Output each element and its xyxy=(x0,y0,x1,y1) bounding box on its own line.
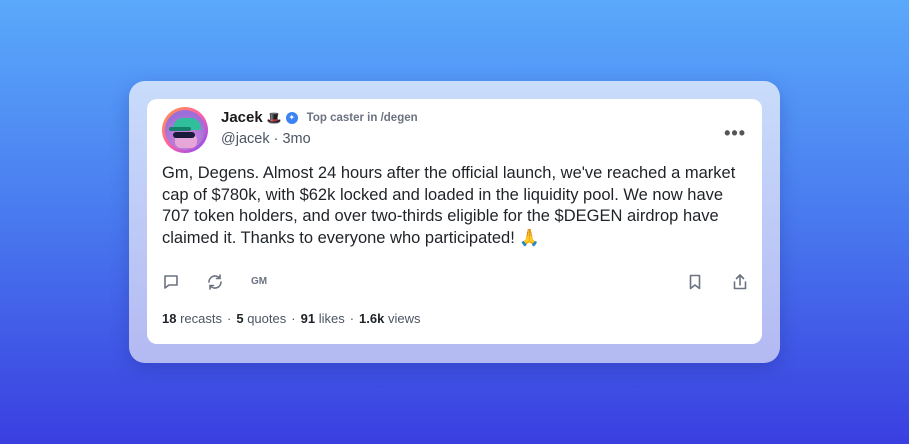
post-time[interactable]: 3mo xyxy=(282,131,310,147)
top-caster-label: Top caster in /degen xyxy=(306,111,418,124)
bookmark-icon[interactable] xyxy=(686,273,704,296)
share-icon[interactable] xyxy=(731,273,749,296)
cast-card: Jacek 🎩 ✦ Top caster in /degen @jacek · … xyxy=(147,99,762,344)
recasts-stat[interactable]: 18 recasts xyxy=(162,311,222,326)
more-options-icon[interactable]: ••• xyxy=(724,123,746,144)
top-hat-emoji: 🎩 xyxy=(266,110,282,125)
author-handle-row: @jacek · 3mo xyxy=(221,131,311,147)
views-stat: 1.6k views xyxy=(359,311,421,326)
verified-icon: ✦ xyxy=(285,111,298,124)
author-row: Jacek 🎩 ✦ Top caster in /degen xyxy=(221,109,418,126)
author-handle[interactable]: @jacek xyxy=(221,131,270,147)
separator-dot: · xyxy=(273,131,279,147)
likes-stat[interactable]: 91 likes xyxy=(301,311,345,326)
quotes-stat[interactable]: 5 quotes xyxy=(236,311,286,326)
reply-icon[interactable] xyxy=(162,273,180,296)
stats-row: 18 recasts · 5 quotes · 91 likes · 1.6k … xyxy=(162,311,421,326)
post-text: Gm, Degens. Almost 24 hours after the of… xyxy=(162,164,736,247)
gm-button[interactable]: GM xyxy=(251,276,267,287)
recast-icon[interactable] xyxy=(206,273,224,296)
author-name[interactable]: Jacek xyxy=(221,109,263,126)
action-bar: GM xyxy=(162,273,747,295)
avatar[interactable] xyxy=(162,107,208,153)
